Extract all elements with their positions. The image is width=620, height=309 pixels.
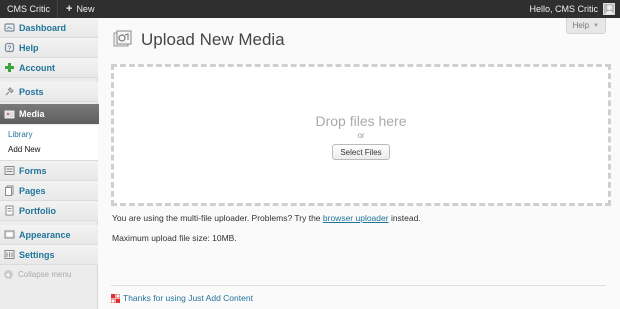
admin-sidebar: Dashboard ? Help Account Posts Media Lib… xyxy=(0,18,109,309)
footer: Thanks for using Just Add Content xyxy=(110,293,253,303)
sidebar-item-label: Posts xyxy=(19,86,44,97)
portfolio-icon xyxy=(4,205,15,216)
settings-icon xyxy=(4,249,15,260)
sidebar-item-label: Pages xyxy=(19,185,46,196)
pages-icon xyxy=(4,185,15,196)
sidebar-item-settings[interactable]: Settings xyxy=(0,245,98,265)
dashboard-icon xyxy=(4,22,15,33)
sidebar-item-dashboard[interactable]: Dashboard xyxy=(0,18,98,38)
media-icon xyxy=(4,109,15,120)
submenu-item-add-new[interactable]: Add New xyxy=(8,145,40,154)
submenu-item-library[interactable]: Library xyxy=(8,130,32,139)
collapse-menu-button[interactable]: Collapse menu xyxy=(4,270,71,279)
or-text: or xyxy=(357,131,365,140)
uploader-note-text: You are using the multi-file uploader. P… xyxy=(112,213,323,223)
sidebar-item-label: Portfolio xyxy=(19,205,56,216)
sidebar-item-label: Settings xyxy=(19,249,55,260)
new-label: New xyxy=(76,4,95,14)
page-title: Upload New Media xyxy=(141,30,285,49)
account-menu[interactable]: Hello, CMS Critic xyxy=(522,0,620,18)
pin-icon xyxy=(4,86,15,97)
avatar xyxy=(603,3,615,15)
media-upload-icon xyxy=(111,29,133,51)
sidebar-item-posts[interactable]: Posts xyxy=(0,82,98,102)
forms-icon xyxy=(4,165,15,176)
plus-icon xyxy=(4,62,15,73)
sidebar-item-appearance[interactable]: Appearance xyxy=(0,225,98,245)
collapse-arrow-icon xyxy=(4,270,13,279)
uploader-note-suffix: instead. xyxy=(388,213,421,223)
appearance-icon xyxy=(4,229,15,240)
drag-drop-area[interactable]: Drop files here or Select Files xyxy=(111,64,611,206)
greeting-text: Hello, CMS Critic xyxy=(529,4,598,14)
help-icon: ? xyxy=(4,42,15,53)
new-content-button[interactable]: + New xyxy=(58,0,101,18)
drop-files-text: Drop files here xyxy=(315,113,407,129)
admin-bar: CMS Critic + New Hello, CMS Critic xyxy=(0,0,620,18)
sidebar-item-help[interactable]: ? Help xyxy=(0,38,98,58)
uploader-note: You are using the multi-file uploader. P… xyxy=(112,213,421,223)
jac-logo-icon xyxy=(110,293,121,303)
sidebar-item-label: Forms xyxy=(19,165,47,176)
sidebar-item-forms[interactable]: Forms xyxy=(0,161,98,181)
max-upload-size: Maximum upload file size: 10MB. xyxy=(112,233,237,243)
collapse-label: Collapse menu xyxy=(18,270,72,279)
browser-uploader-link[interactable]: browser uploader xyxy=(323,213,389,223)
sidebar-item-label: Help xyxy=(19,42,39,53)
sidebar-item-account[interactable]: Account xyxy=(0,58,98,78)
main-content: Help ▼ Upload New Media Drop files here … xyxy=(99,18,620,309)
svg-text:?: ? xyxy=(7,45,11,52)
plus-icon: + xyxy=(66,2,73,15)
sidebar-item-label: Dashboard xyxy=(19,22,67,33)
site-name-link[interactable]: CMS Critic xyxy=(0,0,58,18)
sidebar-item-label: Account xyxy=(19,62,55,73)
select-files-button[interactable]: Select Files xyxy=(332,144,390,160)
sidebar-item-portfolio[interactable]: Portfolio xyxy=(0,201,98,221)
sidebar-item-label: Media xyxy=(19,109,45,119)
sidebar-item-pages[interactable]: Pages xyxy=(0,181,98,201)
help-tab-label: Help xyxy=(572,21,590,30)
sidebar-item-label: Appearance xyxy=(19,229,71,240)
footer-credit-link[interactable]: Thanks for using Just Add Content xyxy=(123,293,253,303)
chevron-down-icon: ▼ xyxy=(593,22,599,29)
help-tab[interactable]: Help ▼ xyxy=(565,18,606,34)
sidebar-item-media[interactable]: Media xyxy=(0,104,109,124)
media-submenu: Library Add New xyxy=(0,125,98,161)
footer-divider xyxy=(111,285,606,286)
